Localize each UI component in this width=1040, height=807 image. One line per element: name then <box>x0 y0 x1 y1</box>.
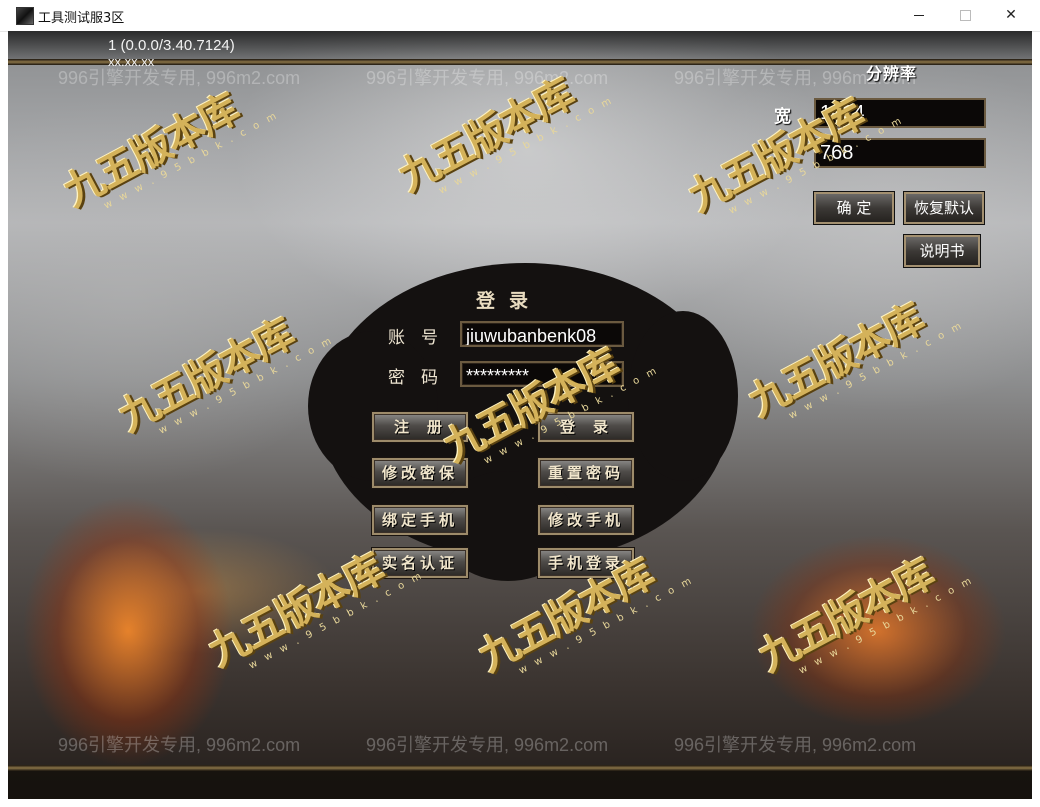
logo-url: w w w . 9 5 b b k . c o m <box>247 569 426 672</box>
confirm-button[interactable]: 确 定 <box>814 192 894 224</box>
minimize-button[interactable] <box>896 0 942 31</box>
minimize-icon <box>914 14 924 16</box>
modify-phone-button[interactable]: 修改手机 <box>538 505 634 535</box>
login-button[interactable]: 登录 <box>538 412 634 442</box>
phone-login-button[interactable]: 手机登录 <box>538 548 634 578</box>
account-input[interactable]: jiuwubanbenk08 <box>460 321 624 347</box>
logo-text: 九五版本库 <box>200 545 391 676</box>
app-icon <box>16 7 34 25</box>
modify-security-button[interactable]: 修改密保 <box>372 458 468 488</box>
logo-watermark: 九五版本库 w w w . 9 5 b b k . c o m <box>750 550 976 720</box>
logo-watermark: 九五版本库 w w w . 9 5 b b k . c o m <box>390 70 616 240</box>
logo-url: w w w . 9 5 b b k . c o m <box>102 109 281 212</box>
maximize-icon <box>959 9 971 21</box>
logo-watermark: 九五版本库 w w w . 9 5 b b k . c o m <box>471 550 696 720</box>
reset-password-button[interactable]: 重置密码 <box>538 458 634 488</box>
maximize-button[interactable] <box>942 0 988 31</box>
logo-text: 九五版本库 <box>110 310 301 441</box>
game-window: 工具测试服3区 ✕ 1 (0.0.0/3.40.7124) xx.xx.xx 9… <box>0 0 1040 807</box>
logo-text: 九五版本库 <box>740 295 931 426</box>
logo-text: 九五版本库 <box>55 85 246 216</box>
password-label: 密码 <box>388 368 454 388</box>
real-name-button[interactable]: 实名认证 <box>372 548 468 578</box>
watermark-text: 996引擎开发专用, 996m2.com <box>58 735 301 755</box>
watermark-text: 996引擎开发专用, 996m2.com <box>366 68 609 88</box>
watermark-row-bottom: 996引擎开发专用, 996m2.com 996引擎开发专用, 996m2.co… <box>8 731 1032 755</box>
logo-text: 九五版本库 <box>750 550 941 681</box>
logo-url: w w w . 9 5 b b k . c o m <box>787 319 966 422</box>
password-input[interactable]: ********* <box>460 361 624 387</box>
height-input[interactable]: 768 <box>814 138 986 168</box>
bottom-frame-border <box>8 765 1032 771</box>
logo-watermark: 九五版本库 w w w . 9 5 b b k . c o m <box>55 85 281 255</box>
window-title: 工具测试服3区 <box>38 11 125 26</box>
logo-url: w w w . 9 5 b b k . c o m <box>437 94 616 197</box>
register-button[interactable]: 注册 <box>372 412 468 442</box>
close-icon: ✕ <box>1005 7 1017 23</box>
account-label: 账号 <box>388 328 454 348</box>
login-title: 登录 <box>476 290 543 312</box>
logo-url: w w w . 9 5 b b k . c o m <box>797 574 976 677</box>
logo-url: w w w . 9 5 b b k . c o m <box>157 334 336 437</box>
login-ink-splash-right <box>628 311 738 481</box>
watermark-text: 996引擎开发专用, 996m2.com <box>366 735 609 755</box>
logo-watermark: 九五版本库 w w w . 9 5 b b k . c o m <box>740 295 966 465</box>
game-viewport: 1 (0.0.0/3.40.7124) xx.xx.xx 996引擎开发专用, … <box>8 31 1032 799</box>
title-bar[interactable]: 工具测试服3区 ✕ <box>0 0 1040 32</box>
watermark-text: 996引擎开发专用, 996m2.com <box>58 68 301 88</box>
logo-url: w w w . 9 5 b b k . c o m <box>517 574 696 677</box>
logo-watermark: 九五版本库 w w w . 9 5 b b k . c o m <box>110 310 336 480</box>
bottom-bar <box>8 771 1032 799</box>
version-label: 1 (0.0.0/3.40.7124) <box>108 37 235 54</box>
height-label: 高 <box>774 149 791 169</box>
close-button[interactable]: ✕ <box>988 0 1034 31</box>
logo-text: 九五版本库 <box>390 70 581 201</box>
resolution-title: 分辨率 <box>866 64 918 83</box>
logo-watermark: 九五版本库 w w w . 9 5 b b k . c o m <box>200 545 426 715</box>
width-label: 宽 <box>774 107 791 127</box>
width-input[interactable]: 1024 <box>814 98 986 128</box>
manual-button[interactable]: 说明书 <box>904 235 980 267</box>
restore-default-button[interactable]: 恢复默认 <box>904 192 984 224</box>
bind-phone-button[interactable]: 绑定手机 <box>372 505 468 535</box>
watermark-text: 996引擎开发专用, 996m2.com <box>674 735 917 755</box>
